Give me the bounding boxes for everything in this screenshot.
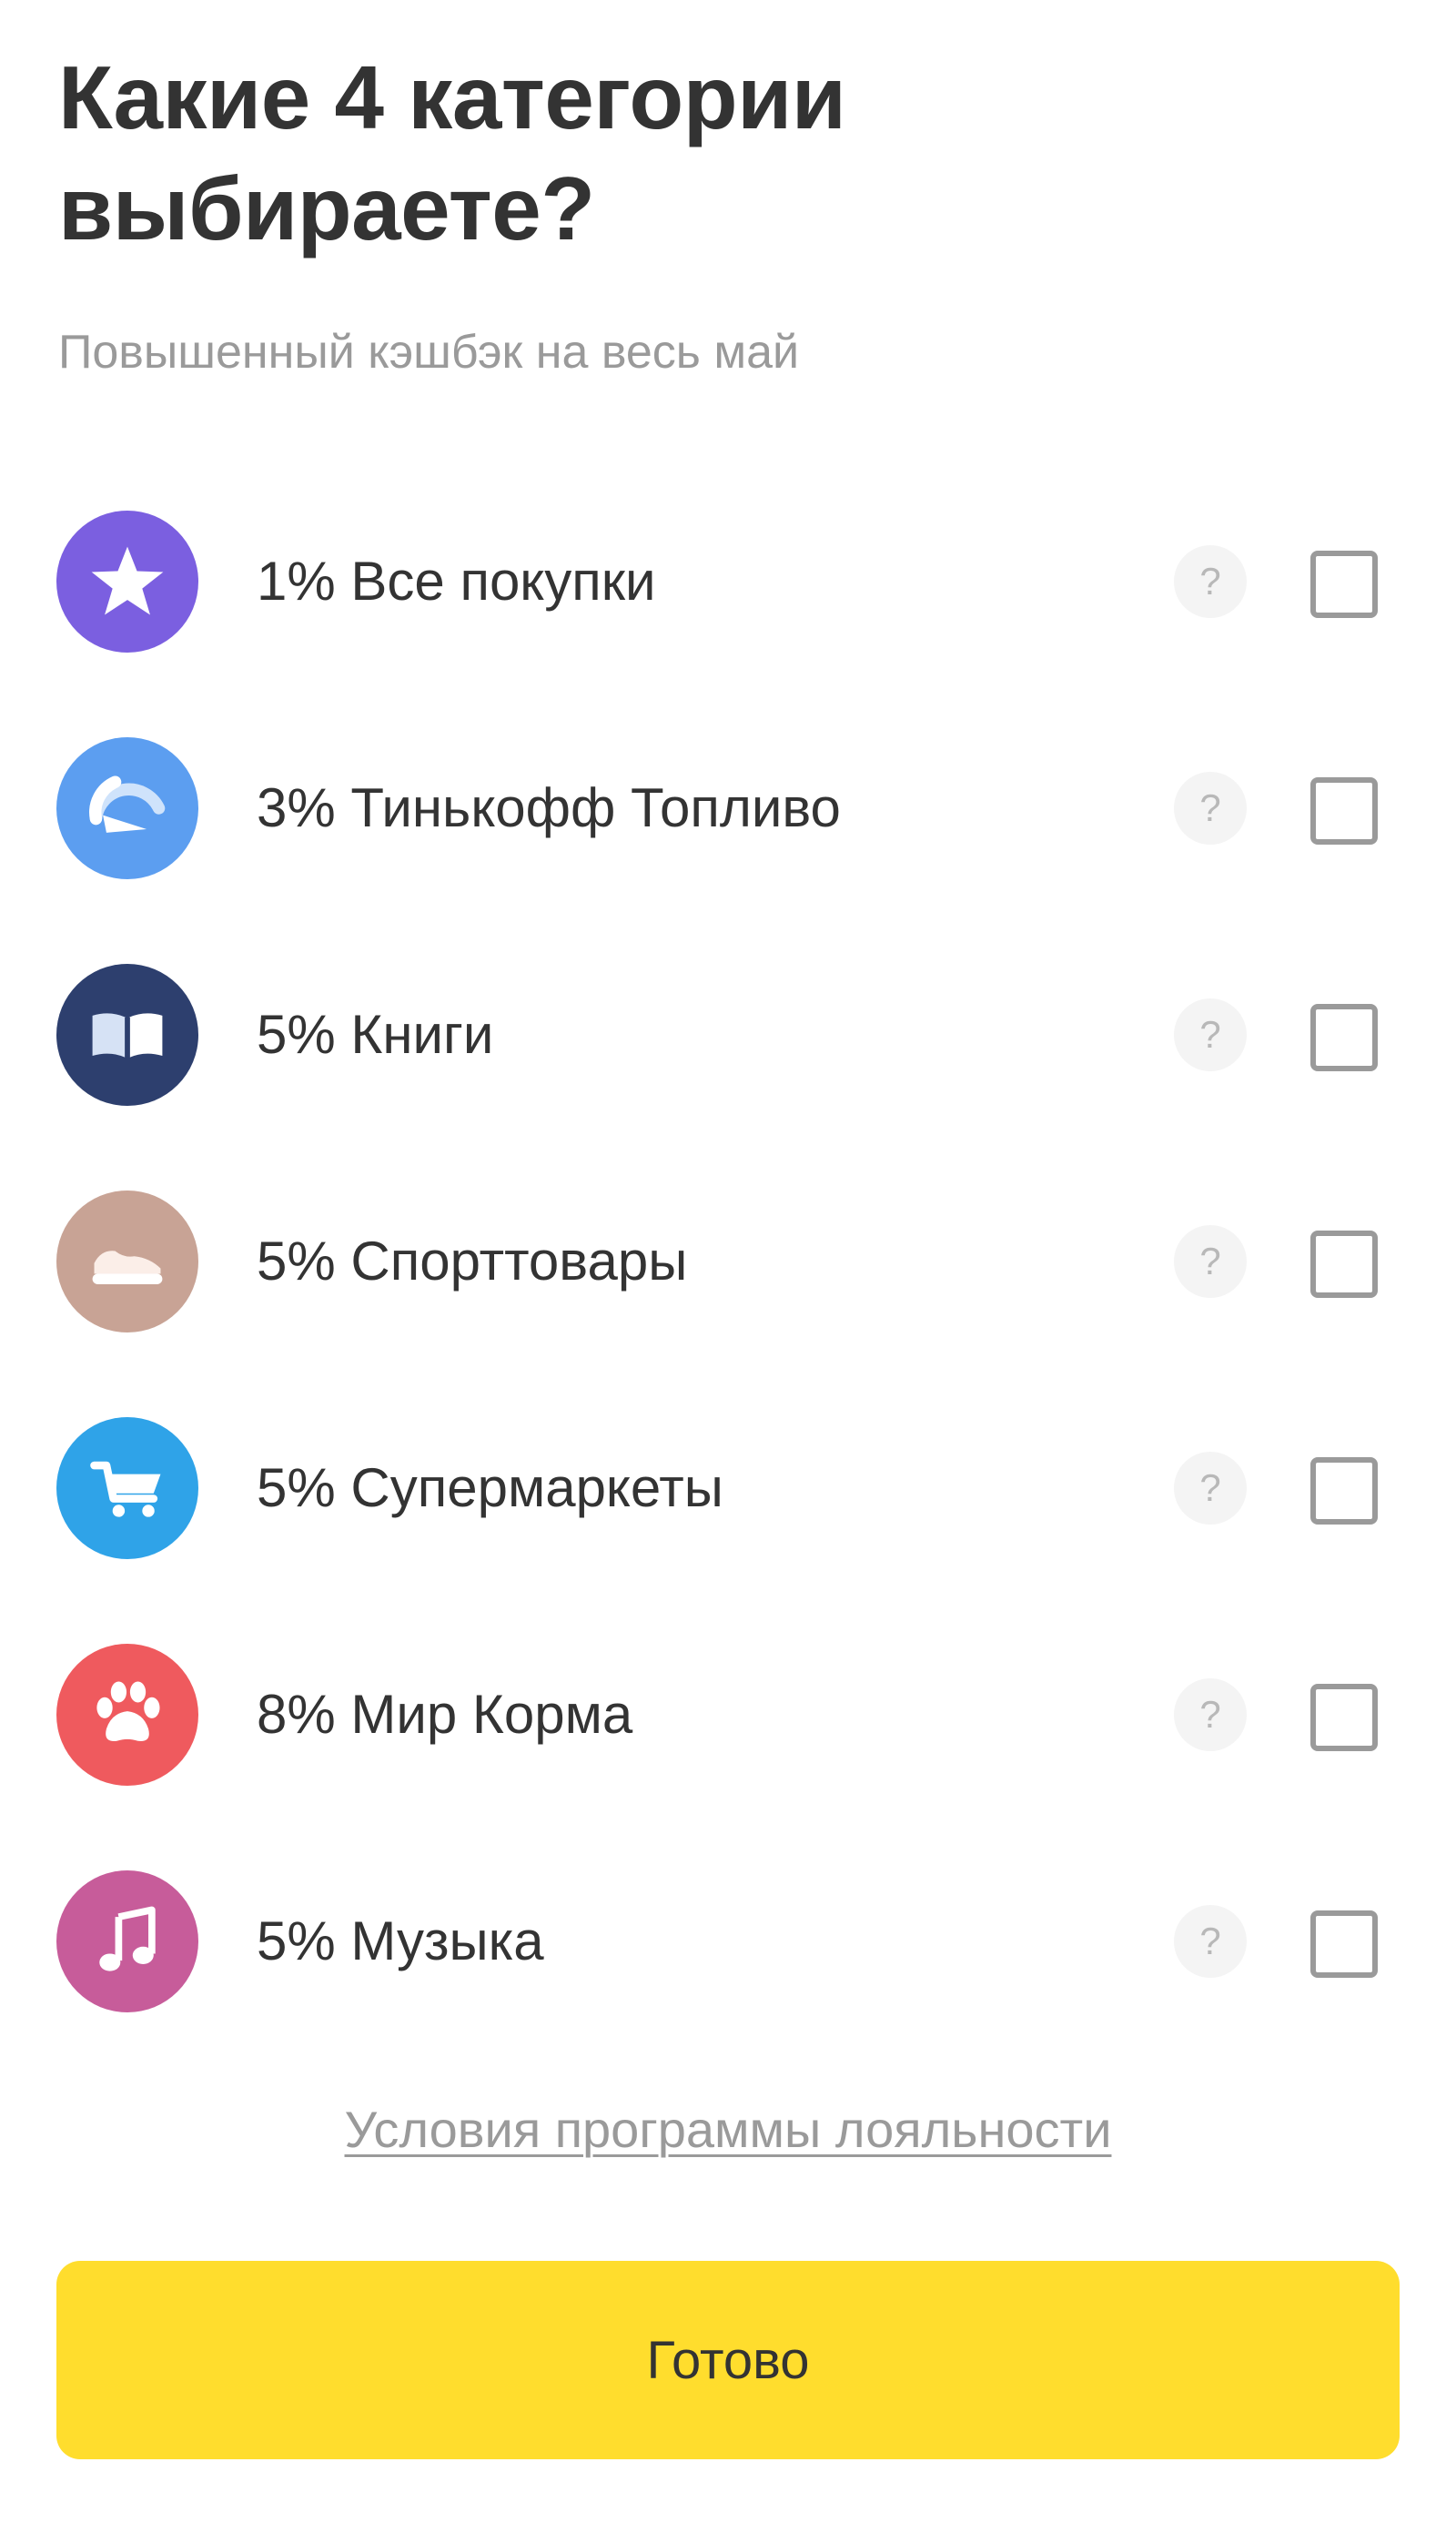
loyalty-terms-link[interactable]: Условия программы лояльности: [0, 2095, 1456, 2164]
category-row-sports[interactable]: 5% Спорттовары ?: [0, 1147, 1456, 1373]
fuel-gauge-icon: [56, 737, 198, 879]
category-row-books[interactable]: 5% Книги ?: [0, 920, 1456, 1147]
page-subtitle: Повышенный кэшбэк на весь май: [58, 326, 800, 379]
help-button[interactable]: ?: [1174, 1452, 1247, 1525]
category-label: 5% Спорттовары: [257, 1231, 688, 1292]
music-note-icon: [56, 1870, 198, 2012]
paw-icon: [56, 1644, 198, 1786]
help-button[interactable]: ?: [1174, 1678, 1247, 1751]
category-checkbox[interactable]: [1310, 777, 1378, 845]
category-row-fuel[interactable]: 3% Тинькофф Топливо ?: [0, 694, 1456, 920]
category-checkbox[interactable]: [1310, 1231, 1378, 1298]
category-row-supermarkets[interactable]: 5% Супермаркеты ?: [0, 1373, 1456, 1600]
category-label: 5% Музыка: [257, 1910, 544, 1971]
help-button[interactable]: ?: [1174, 772, 1247, 845]
category-label: 5% Супермаркеты: [257, 1457, 723, 1518]
category-label: 3% Тинькофф Топливо: [257, 777, 841, 838]
category-checkbox[interactable]: [1310, 1457, 1378, 1525]
category-checkbox[interactable]: [1310, 1004, 1378, 1071]
category-label: 5% Книги: [257, 1004, 494, 1065]
category-label: 8% Мир Корма: [257, 1684, 633, 1745]
cart-icon: [56, 1417, 198, 1559]
category-checkbox[interactable]: [1310, 551, 1378, 618]
help-button[interactable]: ?: [1174, 1905, 1247, 1978]
help-button[interactable]: ?: [1174, 545, 1247, 618]
sneaker-icon: [56, 1191, 198, 1332]
star-icon: [56, 511, 198, 653]
category-checkbox[interactable]: [1310, 1684, 1378, 1751]
done-button[interactable]: Готово: [56, 2261, 1400, 2459]
help-button[interactable]: ?: [1174, 998, 1247, 1071]
category-label: 1% Все покупки: [257, 551, 656, 612]
help-button[interactable]: ?: [1174, 1225, 1247, 1298]
category-row-all-purchases[interactable]: 1% Все покупки ?: [0, 467, 1456, 694]
category-row-pet-food[interactable]: 8% Мир Корма ?: [0, 1600, 1456, 1827]
category-checkbox[interactable]: [1310, 1910, 1378, 1978]
page-title: Какие 4 категории выбираете?: [58, 47, 846, 258]
category-row-music[interactable]: 5% Музыка ?: [0, 1827, 1456, 2053]
book-icon: [56, 964, 198, 1106]
category-list: 1% Все покупки ? 3% Тинькофф Топливо ? 5…: [0, 467, 1456, 2053]
